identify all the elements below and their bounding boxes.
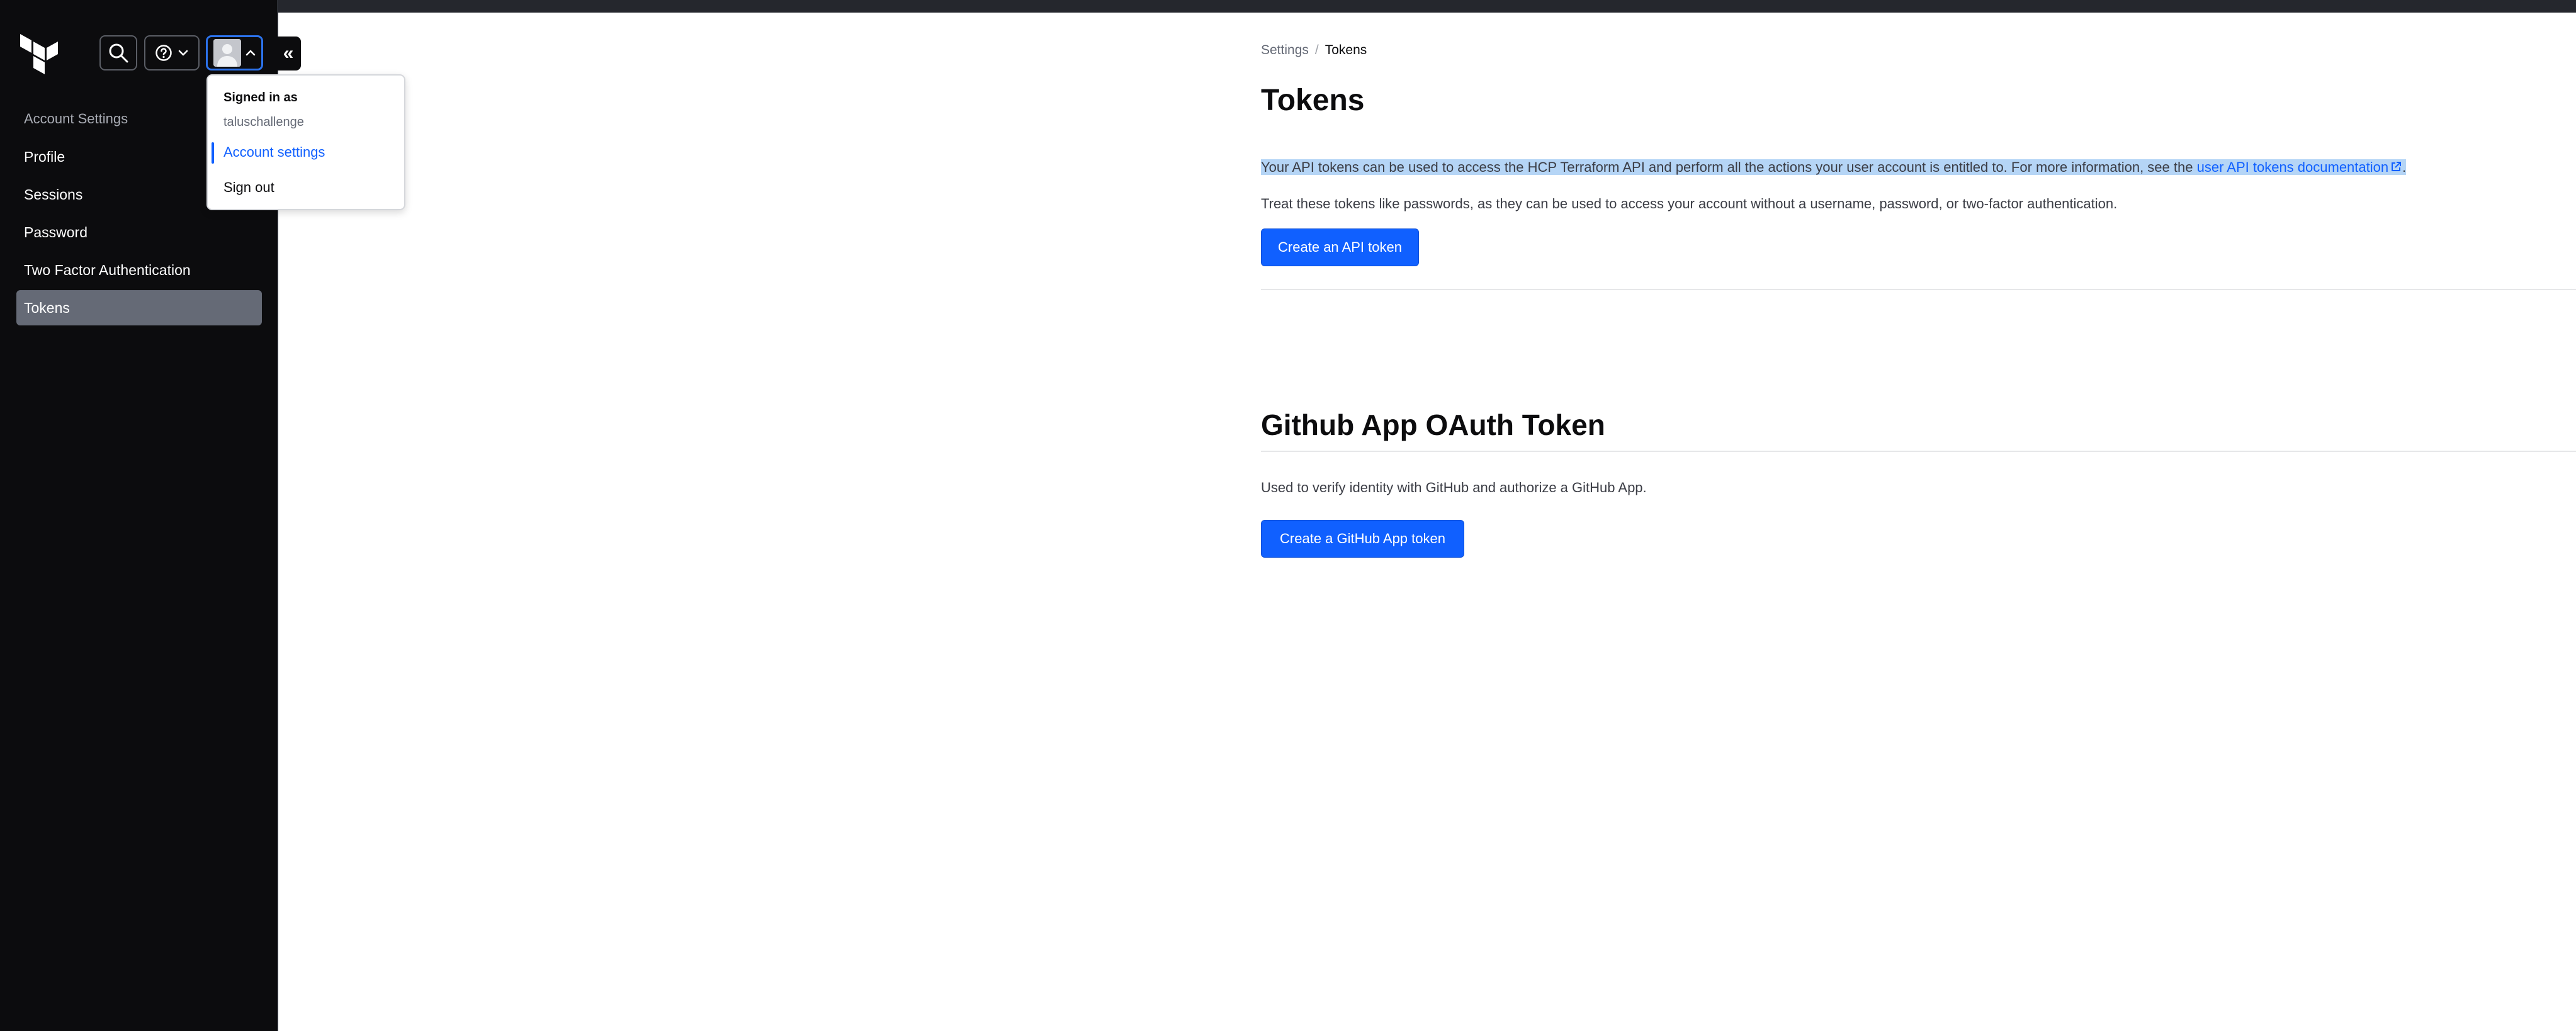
chevron-up-icon <box>246 50 255 56</box>
breadcrumb-settings[interactable]: Settings <box>1261 43 1309 57</box>
user-menu-dropdown: Signed in as taluschallenge Account sett… <box>206 74 405 210</box>
avatar <box>213 39 241 67</box>
documentation-link-label: user API tokens documentation <box>2196 159 2389 175</box>
breadcrumb: Settings / Tokens <box>1261 43 1367 58</box>
sign-out-menu-item[interactable]: Sign out <box>208 174 404 201</box>
section-divider <box>1261 289 2576 290</box>
chevron-down-icon <box>178 50 188 56</box>
sidebar-heading: Account Settings <box>24 111 128 127</box>
search-icon <box>109 43 128 63</box>
sign-out-label: Sign out <box>223 179 274 195</box>
user-api-tokens-documentation-link[interactable]: user API tokens documentation <box>2196 159 2402 175</box>
description-text: Your API tokens can be used to access th… <box>1261 159 2197 175</box>
sidebar-item-tokens[interactable]: Tokens <box>16 290 262 325</box>
sidebar-item-two-factor-authentication[interactable]: Two Factor Authentication <box>16 252 262 288</box>
create-github-app-token-button[interactable]: Create a GitHub App token <box>1261 520 1464 558</box>
create-api-token-label: Create an API token <box>1278 239 1402 255</box>
sidebar-item-password[interactable]: Password <box>16 215 262 250</box>
account-settings-label: Account settings <box>223 144 325 160</box>
page-title: Tokens <box>1261 84 1365 117</box>
search-button[interactable] <box>99 35 137 70</box>
username: taluschallenge <box>223 115 304 129</box>
tokens-warning: Treat these tokens like passwords, as th… <box>1261 196 2118 211</box>
help-icon <box>155 45 172 61</box>
breadcrumb-separator: / <box>1314 43 1319 57</box>
user-menu-button[interactable] <box>206 35 263 70</box>
account-settings-menu-item[interactable]: Account settings <box>208 138 404 166</box>
signed-in-label: Signed in as <box>223 91 298 104</box>
description-period: . <box>2402 159 2407 175</box>
github-description: Used to verify identity with GitHub and … <box>1261 480 1647 495</box>
collapse-sidebar-button[interactable]: « <box>276 37 301 70</box>
github-section-title: Github App OAuth Token <box>1261 408 1605 441</box>
create-api-token-button[interactable]: Create an API token <box>1261 228 1419 266</box>
breadcrumb-current: Tokens <box>1325 43 1367 57</box>
external-link-icon <box>2391 162 2401 171</box>
github-title-divider <box>1261 451 2576 452</box>
tokens-description: Your API tokens can be used to access th… <box>1261 159 2407 176</box>
create-github-app-token-label: Create a GitHub App token <box>1280 531 1445 546</box>
top-strip <box>0 0 2576 13</box>
terraform-logo-icon[interactable] <box>19 31 59 74</box>
help-menu-button[interactable] <box>144 35 200 70</box>
